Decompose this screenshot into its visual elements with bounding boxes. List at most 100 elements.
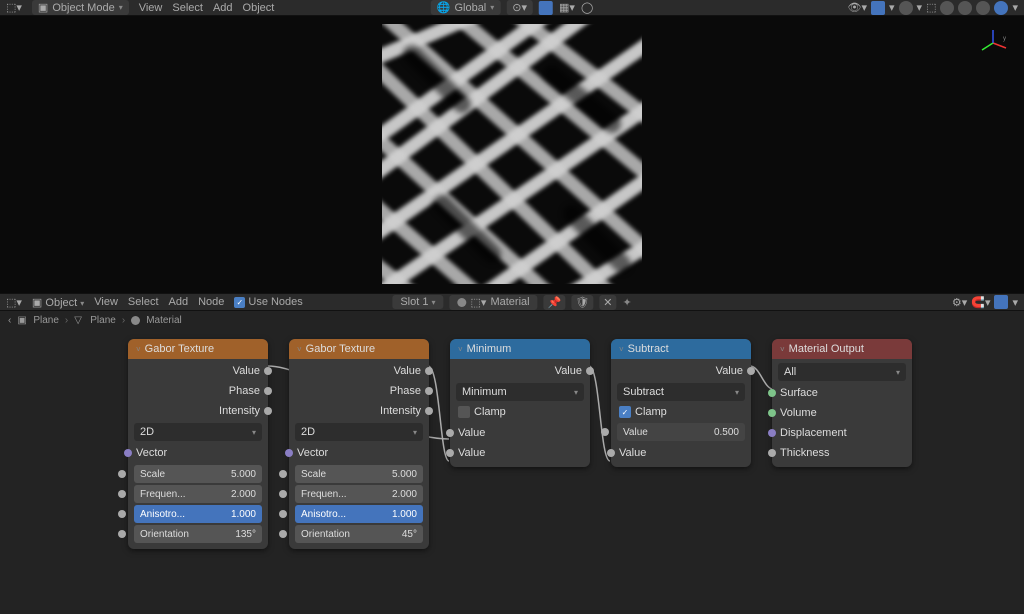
prop-value[interactable]: Value0.500 [617,423,745,441]
menu-object[interactable]: Object [243,2,275,14]
socket-value-in-1[interactable]: Value [450,423,590,443]
checkbox-on-icon: ✓ [234,297,245,308]
socket-vector-in[interactable]: Vector [128,443,268,463]
svg-text:y: y [1003,36,1006,42]
prop-anisotropy[interactable]: Anisotro...1.000 [295,505,423,523]
prop-scale[interactable]: Scale5.000 [134,465,262,483]
shading-rendered-icon[interactable] [994,1,1008,15]
editor-type-icon[interactable]: ⬚▾ [6,296,22,309]
shading-solid-icon[interactable] [958,1,972,15]
chevron-down-icon: ▾ [490,3,494,12]
orientation-selector[interactable]: 🌐 Global ▾ [431,0,501,15]
slot-selector[interactable]: Slot 1 ▾ [392,295,443,309]
node-gabor-texture-1[interactable]: ˅ Gabor Texture Value Phase Intensity 2D… [128,339,268,549]
unlink-icon[interactable]: ✕ [599,295,616,310]
snap-toggle-icon[interactable] [539,1,553,15]
node-header[interactable]: ˅ Subtract [611,339,751,359]
prop-orientation[interactable]: Orientation135° [134,525,262,543]
socket-value-in-2[interactable]: Value [450,443,590,463]
node-canvas[interactable]: ˅ Gabor Texture Value Phase Intensity 2D… [0,329,1024,614]
node-material-output[interactable]: ˅ Material Output All▾ Surface Volume Di… [772,339,912,467]
operation-dropdown[interactable]: Minimum▾ [456,383,584,401]
node-minimum[interactable]: ˅ Minimum Value Minimum▾ Clamp Value Val… [450,339,590,467]
node-mode-selector[interactable]: ▣ Object ▾ [32,296,84,309]
socket-value-out[interactable]: Value [450,361,590,381]
socket-value-out[interactable]: Value [611,361,751,381]
gizmo-icon[interactable] [871,1,885,15]
breadcrumb-item[interactable]: Material [146,315,182,326]
overlays-icon[interactable] [994,295,1008,309]
node-gabor-texture-2[interactable]: ˅ Gabor Texture Value Phase Intensity 2D… [289,339,429,549]
prop-frequency[interactable]: Frequen...2.000 [295,485,423,503]
star-icon[interactable]: ✦ [622,296,631,309]
dimension-dropdown[interactable]: 2D▾ [295,423,423,441]
breadcrumb: ‹ ▣ Plane › ▽ Plane › Material [0,311,1024,329]
menu-select[interactable]: Select [172,2,203,14]
chevron-down-icon: ▾ [432,298,436,307]
overlay-dropdown-icon[interactable]: ▾ [917,1,923,14]
node-header[interactable]: ˅ Minimum [450,339,590,359]
socket-value-out[interactable]: Value [289,361,429,381]
socket-phase-out[interactable]: Phase [289,381,429,401]
node-subtract[interactable]: ˅ Subtract Value Subtract▾ ✓Clamp Value0… [611,339,751,467]
breadcrumb-item[interactable]: Plane [33,315,59,326]
node-header[interactable]: ˅ Gabor Texture [128,339,268,359]
tool-icon[interactable]: ⚙▾ [952,296,967,309]
socket-phase-out[interactable]: Phase [128,381,268,401]
target-dropdown[interactable]: All▾ [778,363,906,381]
socket-value-in[interactable]: Value [611,443,751,463]
prop-frequency[interactable]: Frequen...2.000 [134,485,262,503]
menu-view[interactable]: View [94,296,118,308]
socket-surface-in[interactable]: Surface [772,383,912,403]
chevron-right-icon: › [65,315,68,326]
object-mode-selector[interactable]: ▣ Object Mode ▾ [32,0,129,15]
socket-value-out[interactable]: Value [128,361,268,381]
visibility-icon[interactable]: 👁▾ [848,1,868,14]
socket-vector-in[interactable]: Vector [289,443,429,463]
pivot-selector[interactable]: ⊙▾ [506,0,533,15]
dimension-dropdown[interactable]: 2D▾ [134,423,262,441]
prop-orientation[interactable]: Orientation45° [295,525,423,543]
mesh-icon: ▣ [17,315,27,325]
axis-gizmo[interactable]: y [978,28,1008,58]
material-selector[interactable]: ⬚▾ Material [450,295,538,310]
editor-type-icon[interactable]: ⬚▾ [6,1,22,14]
menu-add[interactable]: Add [169,296,189,308]
shading-wireframe-icon[interactable] [940,1,954,15]
back-icon[interactable]: ‹ [8,315,11,326]
clamp-checkbox[interactable]: ✓Clamp [617,403,745,421]
prop-scale[interactable]: Scale5.000 [295,465,423,483]
snap-icon[interactable]: 🧲▾ [971,296,990,309]
viewport-3d[interactable]: y [0,16,1024,293]
breadcrumb-item[interactable]: Plane [90,315,116,326]
menu-select[interactable]: Select [128,296,159,308]
proportional-edit-icon[interactable]: ◯ [581,1,593,14]
prop-anisotropy[interactable]: Anisotro...1.000 [134,505,262,523]
globe-icon: 🌐 [437,1,451,14]
menu-add[interactable]: Add [213,2,233,14]
operation-dropdown[interactable]: Subtract▾ [617,383,745,401]
pin-icon[interactable]: 📌 [544,295,566,310]
use-nodes-checkbox[interactable]: ✓ Use Nodes [234,296,302,308]
shading-dropdown-icon[interactable]: ▾ [1012,1,1018,14]
overlay-toggle-icon[interactable] [899,1,913,15]
overlays-dropdown-icon[interactable]: ▾ [1012,296,1018,309]
overlays-dropdown-icon[interactable]: ▾ [889,1,895,14]
xray-icon[interactable]: ⬚ [926,1,936,14]
menu-view[interactable]: View [139,2,163,14]
node-header[interactable]: ˅ Material Output [772,339,912,359]
chevron-right-icon: › [122,315,125,326]
node-header[interactable]: ˅ Gabor Texture [289,339,429,359]
socket-intensity-out[interactable]: Intensity [128,401,268,421]
socket-volume-in[interactable]: Volume [772,403,912,423]
menu-node[interactable]: Node [198,296,224,308]
chevron-down-icon: ▾ [119,3,123,12]
socket-displacement-in[interactable]: Displacement [772,423,912,443]
socket-intensity-out[interactable]: Intensity [289,401,429,421]
shading-matprev-icon[interactable] [976,1,990,15]
snap-options-icon[interactable]: ▦▾ [559,1,575,14]
fake-user-icon[interactable]: 🛡 [571,295,593,310]
socket-thickness-in[interactable]: Thickness [772,443,912,463]
render-preview [382,24,642,284]
clamp-checkbox[interactable]: Clamp [456,403,584,421]
